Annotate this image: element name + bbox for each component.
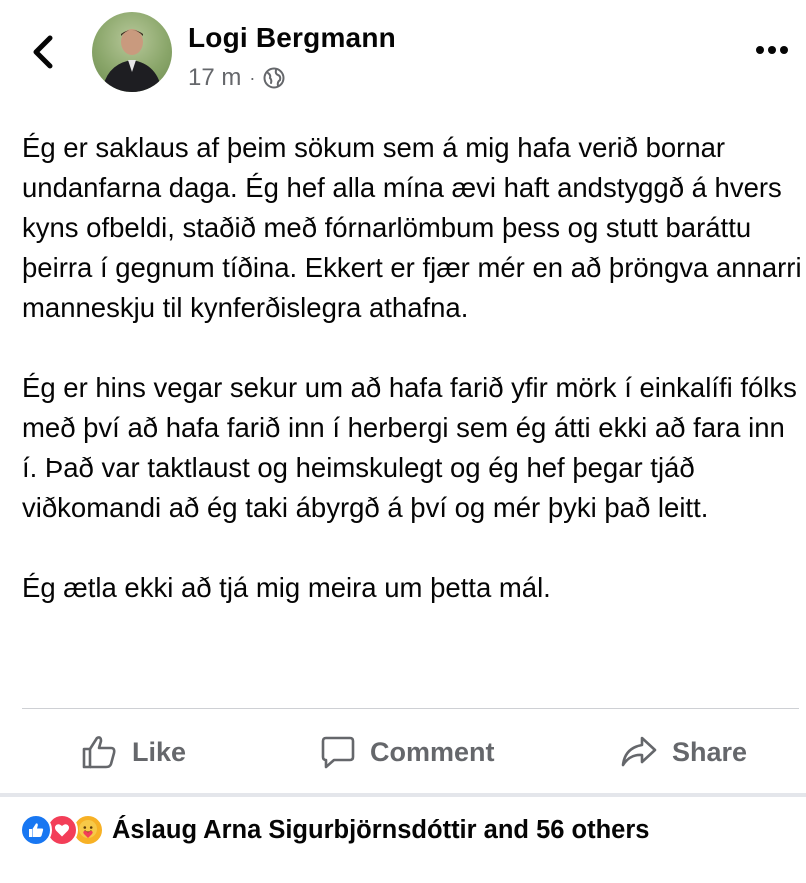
post-header: Logi Bergmann 17 m · xyxy=(0,0,806,110)
reactions-text[interactable]: Áslaug Arna Sigurbjörnsdóttir and 56 oth… xyxy=(112,816,649,845)
share-label: Share xyxy=(672,736,748,767)
avatar-photo xyxy=(102,29,162,92)
share-button[interactable]: Share xyxy=(620,732,747,772)
post-meta: 17 m · xyxy=(188,64,285,92)
back-button[interactable] xyxy=(26,32,60,72)
comment-label: Comment xyxy=(370,736,495,767)
chevron-left-icon xyxy=(33,35,53,69)
actions-divider xyxy=(22,708,799,709)
post-paragraph: Ég er hins vegar sekur um að hafa farið … xyxy=(22,372,797,523)
author-name[interactable]: Logi Bergmann xyxy=(188,22,396,54)
more-options-button[interactable] xyxy=(752,36,792,64)
post-paragraph: Ég er saklaus af þeim sökum sem á mig ha… xyxy=(22,132,802,323)
like-button[interactable]: Like xyxy=(80,732,186,772)
share-arrow-icon xyxy=(621,736,657,767)
reactions-summary[interactable]: Áslaug Arna Sigurbjörnsdóttir and 56 oth… xyxy=(20,810,649,850)
post-timestamp[interactable]: 17 m xyxy=(188,64,241,92)
comment-icon xyxy=(321,736,355,769)
post-paragraph: Ég ætla ekki að tjá mig meira um þetta m… xyxy=(22,572,551,603)
comment-button[interactable]: Comment xyxy=(320,732,495,772)
globe-icon xyxy=(263,67,285,89)
post-text: Ég er saklaus af þeim sökum sem á mig ha… xyxy=(22,128,804,648)
thumbs-up-icon xyxy=(82,736,116,769)
post-actions: Like Comment Share xyxy=(22,718,799,784)
avatar[interactable] xyxy=(92,12,172,92)
like-reaction-icon xyxy=(20,814,52,846)
more-horizontal-icon xyxy=(756,46,788,54)
section-separator xyxy=(0,793,806,797)
like-label: Like xyxy=(132,736,187,767)
meta-separator: · xyxy=(249,67,256,88)
